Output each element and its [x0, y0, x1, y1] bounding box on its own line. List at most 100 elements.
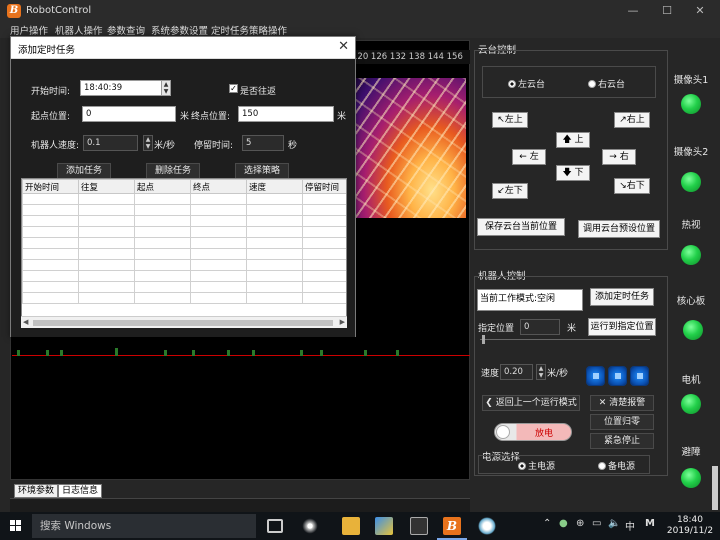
main-power-radio[interactable]: 主电源: [518, 459, 555, 472]
ptz-up-right-button[interactable]: ↗右上: [614, 112, 650, 128]
col-start-pos[interactable]: 起点: [134, 179, 191, 194]
robot-speed-spin-icon[interactable]: ▲ ▼: [143, 135, 153, 151]
windows-start-icon[interactable]: [10, 520, 22, 532]
taskbar-clock[interactable]: 18:40 2019/11/2: [664, 515, 716, 537]
add-timed-task-button[interactable]: 添加定时任务: [590, 288, 654, 306]
end-pos-unit: 米: [337, 112, 347, 122]
tray-security-icon[interactable]: ●: [559, 518, 568, 529]
menu-robot-ops[interactable]: 机器人操作: [55, 23, 103, 37]
robot-speed-input[interactable]: 0.1: [83, 135, 138, 151]
col-round-trip[interactable]: 往复: [78, 179, 135, 194]
robot-control-window: B RobotControl — ☐ ✕ 用户操作 机器人操作 参数查询 系统参…: [0, 0, 720, 512]
tab-environment-params[interactable]: 环境参数: [14, 484, 59, 498]
main-power-label: 主电源: [528, 462, 556, 472]
scrollbar-thumb[interactable]: [33, 320, 333, 326]
grid-horizontal-scrollbar[interactable]: ◀ ▶: [21, 316, 347, 328]
waveform-tick: [227, 350, 230, 356]
taskbar-search-box[interactable]: 搜索 Windows: [32, 514, 256, 538]
ptz-down-right-button[interactable]: ↘右下: [614, 178, 650, 194]
tray-display-icon[interactable]: ▭: [592, 518, 601, 529]
ptz-up-button[interactable]: 🡅 上: [556, 132, 590, 148]
target-pos-input[interactable]: 0: [520, 319, 560, 335]
close-icon[interactable]: ✕: [693, 4, 707, 18]
discharge-label: 放电: [535, 429, 554, 439]
table-row[interactable]: [22, 215, 346, 227]
slider-handle[interactable]: [482, 335, 485, 344]
ptz-down-button[interactable]: 🡇 下: [556, 165, 590, 181]
forward-icon[interactable]: [630, 366, 649, 386]
table-row[interactable]: [22, 237, 346, 249]
col-start-time[interactable]: 开始时间: [22, 179, 79, 194]
right-scrollbar[interactable]: [712, 466, 718, 510]
go-to-target-button[interactable]: 运行到指定位置: [588, 318, 656, 336]
select-strategy-button[interactable]: 选择策略: [235, 163, 289, 179]
backward-icon[interactable]: [586, 366, 605, 386]
table-row[interactable]: [22, 259, 346, 271]
file-explorer-icon[interactable]: [342, 517, 360, 535]
menu-system-settings[interactable]: 系统参数设置: [151, 23, 208, 37]
terminal-icon[interactable]: [410, 517, 428, 535]
title-bar: B RobotControl — ☐ ✕: [0, 0, 720, 22]
round-trip-checkbox[interactable]: ✓: [229, 84, 238, 93]
stop-icon[interactable]: [608, 366, 627, 386]
menu-timed-task-strategy[interactable]: 定时任务策略操作: [211, 23, 287, 37]
close-icon[interactable]: ✕: [338, 39, 349, 54]
end-pos-input[interactable]: 150: [238, 106, 334, 122]
tray-network-icon[interactable]: ⊕: [576, 518, 584, 529]
clear-alarm-button[interactable]: ✕ 清楚报警: [590, 395, 654, 411]
clock-date: 2019/11/2: [666, 526, 714, 536]
left-ptz-radio[interactable]: 左云台: [508, 77, 545, 90]
task-view-icon[interactable]: [267, 519, 283, 533]
delete-task-button[interactable]: 删除任务: [146, 163, 200, 179]
save-ptz-preset-button[interactable]: 保存云台当前位置: [477, 218, 565, 236]
tray-ime-label[interactable]: 中: [625, 518, 635, 533]
emergency-stop-button[interactable]: 紧急停止: [590, 433, 654, 449]
tab-log-info[interactable]: 日志信息: [58, 484, 103, 498]
speed-input[interactable]: 0.20: [500, 364, 533, 380]
speed-spin-icon[interactable]: ▲ ▼: [536, 364, 546, 380]
ptz-up-left-button[interactable]: ↖左上: [492, 112, 528, 128]
dialog-title: 添加定时任务: [18, 45, 76, 56]
reset-position-button[interactable]: 位置归零: [590, 414, 654, 430]
back-prev-mode-button[interactable]: ❮ 返回上一个运行模式: [482, 395, 580, 411]
store-app-icon[interactable]: [375, 517, 393, 535]
start-time-input[interactable]: 18:40:39: [80, 80, 162, 96]
table-row[interactable]: [22, 281, 346, 293]
menu-param-query[interactable]: 参数查询: [107, 23, 145, 37]
col-end-pos[interactable]: 终点: [190, 179, 247, 194]
add-task-button[interactable]: 添加任务: [57, 163, 111, 179]
table-row[interactable]: [22, 248, 346, 260]
paint-app-icon[interactable]: [478, 517, 496, 535]
menu-user-ops[interactable]: 用户操作: [10, 23, 48, 37]
position-slider[interactable]: [480, 335, 650, 344]
maximize-icon[interactable]: ☐: [660, 4, 674, 18]
ptz-down-left-button[interactable]: ↙左下: [492, 183, 528, 199]
toggle-knob[interactable]: [496, 425, 510, 439]
tray-volume-icon[interactable]: 🔈: [608, 518, 620, 529]
minimize-icon[interactable]: —: [626, 4, 640, 18]
tray-chevron-icon[interactable]: ⌃: [543, 518, 551, 529]
table-row[interactable]: [22, 292, 346, 304]
discharge-toggle[interactable]: 放电: [494, 423, 572, 441]
col-dwell-time[interactable]: 停留时间: [302, 179, 346, 194]
robotcontrol-app-icon[interactable]: B: [443, 517, 461, 535]
ptz-right-button[interactable]: → 右: [602, 149, 636, 165]
call-ptz-preset-button[interactable]: 调用云台预设位置: [578, 220, 660, 238]
table-row[interactable]: [22, 270, 346, 282]
ptz-left-button[interactable]: ← 左: [512, 149, 546, 165]
task-grid[interactable]: 开始时间 往复 起点 终点 速度 停留时间: [21, 178, 347, 328]
table-row[interactable]: [22, 193, 346, 205]
scroll-right-icon[interactable]: ▶: [340, 318, 345, 326]
table-row[interactable]: [22, 204, 346, 216]
speed-unit: 米/秒: [547, 369, 569, 379]
start-time-spin-icon[interactable]: ▲ ▼: [161, 80, 171, 96]
dwell-time-input[interactable]: 5: [242, 135, 284, 151]
tray-ime-mode-label[interactable]: M: [645, 518, 655, 529]
fan-app-icon[interactable]: [301, 517, 319, 535]
right-ptz-radio[interactable]: 右云台: [588, 77, 625, 90]
scroll-left-icon[interactable]: ◀: [23, 318, 28, 326]
backup-power-radio[interactable]: 备电源: [598, 459, 635, 472]
col-speed[interactable]: 速度: [246, 179, 303, 194]
start-pos-input[interactable]: 0: [82, 106, 176, 122]
table-row[interactable]: [22, 226, 346, 238]
